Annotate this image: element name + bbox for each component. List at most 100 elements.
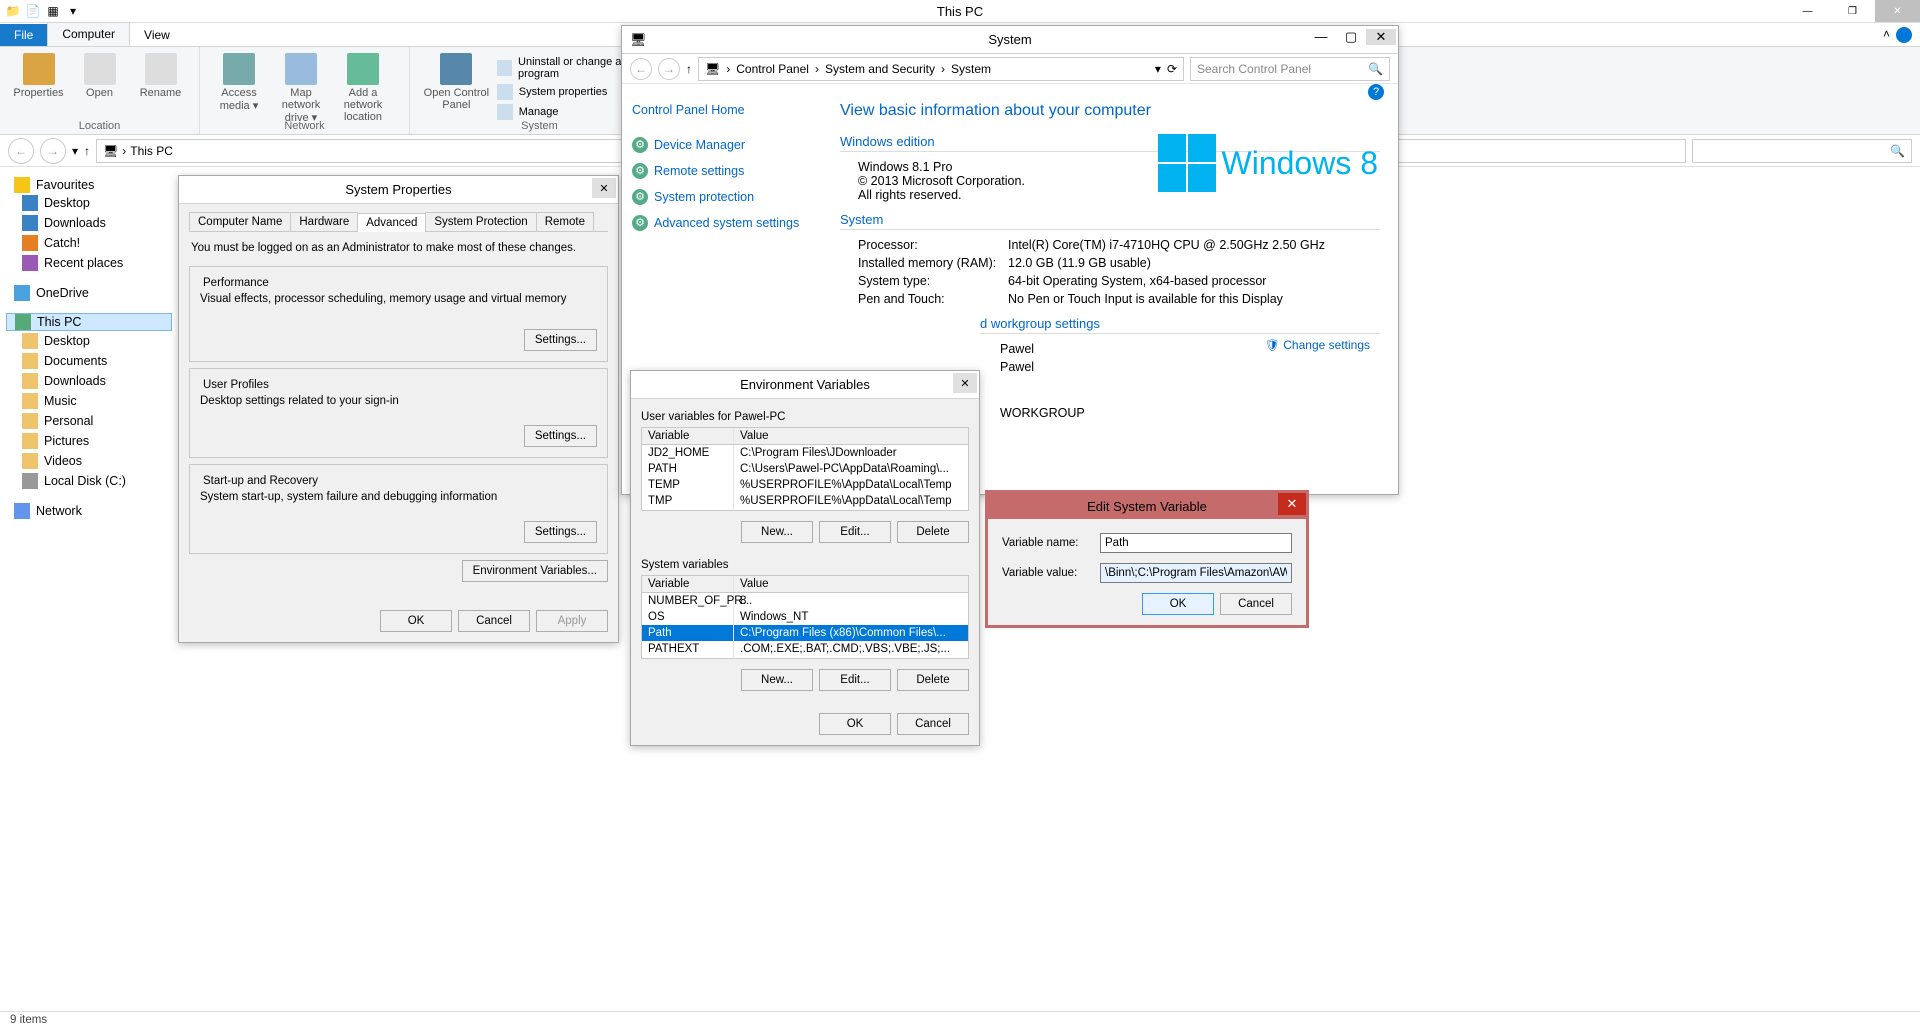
refresh-icon[interactable]: ⟳ — [1167, 62, 1177, 76]
ribbon-collapse-icon[interactable]: ˄ — [1883, 27, 1890, 41]
status-bar: 9 items — [0, 1011, 1920, 1031]
help-icon[interactable]: ? — [1896, 27, 1912, 43]
user-vars-table[interactable]: VariableValue JD2_HOMEC:\Program Files\J… — [641, 427, 969, 511]
maximize-button[interactable]: ❐ — [1830, 0, 1875, 22]
tab-remote[interactable]: Remote — [536, 212, 594, 231]
search-input[interactable]: Search Control Panel🔍 — [1190, 57, 1390, 81]
nav-item[interactable]: Downloads — [6, 371, 172, 391]
window-title: 🖥 System — ▢ ✕ — [622, 26, 1398, 54]
close-button[interactable]: ✕ — [592, 178, 616, 198]
tab-system-protection[interactable]: System Protection — [425, 212, 536, 231]
cp-home-link[interactable]: Control Panel Home — [632, 98, 812, 122]
user-edit-button[interactable]: Edit... — [819, 521, 891, 543]
tab-file[interactable]: File — [0, 24, 47, 46]
search-input[interactable]: 🔍 — [1692, 139, 1912, 163]
nav-item[interactable]: Music — [6, 391, 172, 411]
variable-name-input[interactable] — [1100, 533, 1292, 553]
processor-value: Intel(R) Core(TM) i7-4710HQ CPU @ 2.50GH… — [1008, 238, 1325, 252]
ok-button[interactable]: OK — [380, 610, 452, 632]
section-header: d workgroup settings — [980, 316, 1380, 334]
qat-dropdown-icon[interactable]: ▾ — [64, 2, 82, 20]
nav-item[interactable]: Downloads — [6, 213, 172, 233]
properties-button[interactable]: Properties — [8, 51, 69, 99]
remote-settings-link[interactable]: ⚙Remote settings — [632, 158, 812, 184]
variable-value-label: Variable value: — [1002, 567, 1090, 579]
sys-edit-button[interactable]: Edit... — [819, 669, 891, 691]
qat-properties-icon[interactable]: ▦ — [44, 2, 62, 20]
env-vars-button[interactable]: Environment Variables... — [462, 560, 608, 582]
tab-view[interactable]: View — [130, 24, 184, 46]
dialog-title: System Properties ✕ — [179, 176, 618, 204]
tab-advanced[interactable]: Advanced — [357, 213, 426, 232]
add-location-button[interactable]: Add a network location — [332, 51, 394, 124]
rename-button[interactable]: Rename — [130, 51, 191, 99]
ok-button[interactable]: OK — [1142, 593, 1214, 615]
open-button[interactable]: Open — [69, 51, 130, 99]
nav-item[interactable]: Videos — [6, 451, 172, 471]
close-button[interactable]: ✕ — [953, 373, 977, 393]
qat-new-icon[interactable]: 📄 — [24, 2, 42, 20]
network-header[interactable]: Network — [6, 503, 172, 519]
nav-item[interactable]: Pictures — [6, 431, 172, 451]
breadcrumb[interactable]: 🖥› Control Panel› System and Security› S… — [698, 57, 1184, 81]
profiles-settings-button[interactable]: Settings... — [524, 425, 597, 447]
help-icon[interactable]: ? — [1368, 84, 1384, 100]
nav-item[interactable]: Personal — [6, 411, 172, 431]
perf-settings-button[interactable]: Settings... — [524, 329, 597, 351]
nav-item[interactable]: Recent places — [6, 253, 172, 273]
sys-delete-button[interactable]: Delete — [897, 669, 969, 691]
cancel-button[interactable]: Cancel — [897, 713, 969, 735]
thispc-header[interactable]: This PC — [6, 313, 172, 331]
forward-button[interactable]: → — [40, 138, 66, 164]
minimize-button[interactable]: — — [1306, 29, 1336, 45]
startup-settings-button[interactable]: Settings... — [524, 521, 597, 543]
maximize-button[interactable]: ▢ — [1336, 29, 1366, 45]
forward-button[interactable]: → — [658, 58, 680, 80]
cancel-button[interactable]: Cancel — [458, 610, 530, 632]
page-heading: View basic information about your comput… — [840, 102, 1380, 120]
onedrive-header[interactable]: OneDrive — [6, 285, 172, 301]
nav-tree: Favourites Desktop Downloads Catch! Rece… — [0, 167, 178, 1011]
env-vars-dialog: Environment Variables ✕ User variables f… — [630, 370, 980, 746]
window-title: This PC — [937, 4, 983, 19]
close-button[interactable]: ✕ — [1278, 493, 1306, 515]
nav-item[interactable]: Local Disk (C:) — [6, 471, 172, 491]
ram-value: 12.0 GB (11.9 GB usable) — [1008, 256, 1151, 270]
back-button[interactable]: ← — [630, 58, 652, 80]
full-name: Pawel — [1000, 360, 1034, 374]
history-dropdown[interactable]: ▾ — [72, 144, 78, 158]
apply-button[interactable]: Apply — [536, 610, 608, 632]
ok-button[interactable]: OK — [819, 713, 891, 735]
nav-item[interactable]: Catch! — [6, 233, 172, 253]
user-delete-button[interactable]: Delete — [897, 521, 969, 543]
pen-touch-value: No Pen or Touch Input is available for t… — [1008, 292, 1283, 306]
sys-new-button[interactable]: New... — [741, 669, 813, 691]
dialog-title: Environment Variables ✕ — [631, 371, 979, 399]
up-button[interactable]: ↑ — [686, 62, 692, 76]
access-media-button[interactable]: Access media ▾ — [208, 51, 270, 124]
nav-item[interactable]: Desktop — [6, 193, 172, 213]
minimize-button[interactable]: — — [1785, 0, 1830, 22]
close-button[interactable]: ✕ — [1366, 29, 1396, 45]
tab-computer-name[interactable]: Computer Name — [189, 212, 291, 231]
favourites-header[interactable]: Favourites — [6, 177, 172, 193]
cancel-button[interactable]: Cancel — [1220, 593, 1292, 615]
sys-vars-table[interactable]: VariableValue NUMBER_OF_PR...8 OSWindows… — [641, 575, 969, 659]
change-settings-link[interactable]: 🛡 Change settings — [1265, 338, 1370, 352]
tab-computer[interactable]: Computer — [47, 22, 130, 46]
advanced-settings-link[interactable]: ⚙Advanced system settings — [632, 210, 812, 236]
sys-vars-label: System variables — [641, 559, 969, 571]
nav-item[interactable]: Desktop — [6, 331, 172, 351]
up-button[interactable]: ↑ — [84, 144, 90, 158]
user-new-button[interactable]: New... — [741, 521, 813, 543]
explorer-titlebar: 📁 📄 ▦ ▾ This PC — ❐ ✕ — [0, 0, 1920, 23]
device-manager-link[interactable]: ⚙Device Manager — [632, 132, 812, 158]
back-button[interactable]: ← — [8, 138, 34, 164]
close-button[interactable]: ✕ — [1875, 0, 1920, 22]
variable-value-input[interactable] — [1100, 563, 1292, 583]
map-drive-button[interactable]: Map network drive ▾ — [270, 51, 332, 124]
nav-item[interactable]: Documents — [6, 351, 172, 371]
qat-folder-icon: 📁 — [4, 2, 22, 20]
system-protection-link[interactable]: ⚙System protection — [632, 184, 812, 210]
tab-hardware[interactable]: Hardware — [290, 212, 358, 231]
